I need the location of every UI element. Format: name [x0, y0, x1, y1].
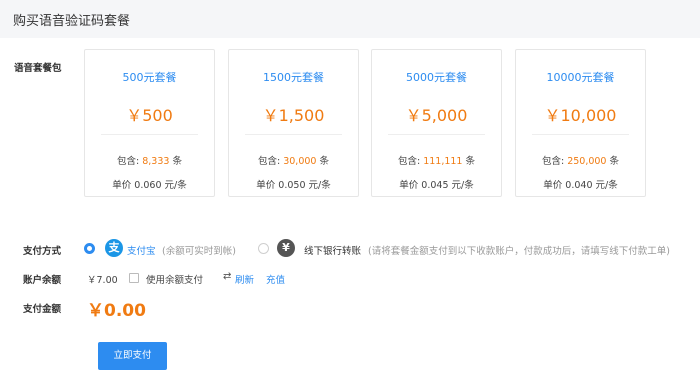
package-name: 10000元套餐	[546, 71, 615, 84]
package-price: ￥500	[126, 106, 173, 125]
account-balance-label: 账户余额	[23, 275, 62, 286]
pay-now-button[interactable]: 立即支付	[98, 342, 167, 370]
package-card-10000[interactable]: 10000元套餐 ￥10,000 包含: 250,000 条 单价 0.040 元/…	[515, 49, 646, 197]
payment-amount-label: 支付金额	[23, 304, 62, 315]
package-card-500[interactable]: 500元套餐 ￥500 包含: 8,333 条 单价 0.060 元/条	[84, 49, 215, 197]
package-count: 8,333	[142, 156, 170, 167]
page-title: 购买语音验证码套餐	[13, 14, 131, 29]
bank-transfer-radio[interactable]	[258, 243, 269, 254]
alipay-radio[interactable]	[84, 243, 95, 254]
package-contains: 包含: 111,111 条	[372, 153, 501, 167]
package-name: 1500元套餐	[263, 71, 324, 84]
bank-transfer-note: (请将套餐金额支付到以下收款账户，付款成功后，请填写线下付款工单)	[368, 246, 670, 257]
page-header: 购买语音验证码套餐	[0, 0, 700, 38]
contains-label: 包含:	[397, 156, 421, 167]
package-count: 111,111	[423, 156, 463, 167]
package-count: 250,000	[567, 156, 607, 167]
package-price: ￥1,500	[262, 106, 325, 125]
package-contains: 包含: 30,000 条	[229, 153, 358, 167]
package-unit-price: 单价 0.050 元/条	[256, 180, 331, 191]
contains-label: 包含:	[117, 156, 140, 167]
card-divider	[532, 134, 629, 135]
package-unit-price: 单价 0.060 元/条	[112, 180, 187, 191]
package-name: 500元套餐	[122, 71, 177, 84]
yuan-icon: ¥	[277, 239, 295, 257]
count-unit: 条	[465, 156, 475, 167]
count-unit: 条	[319, 156, 329, 167]
package-card-5000[interactable]: 5000元套餐 ￥5,000 包含: 111,111 条 单价 0.045 元/条	[371, 49, 502, 197]
alipay-option-label[interactable]: 支付宝	[127, 243, 156, 257]
package-contains: 包含: 250,000 条	[516, 153, 645, 167]
package-section-label: 语音套餐包	[14, 63, 62, 74]
card-divider	[245, 134, 342, 135]
contains-label: 包含:	[541, 156, 565, 167]
use-balance-checkbox[interactable]	[129, 273, 139, 283]
package-price: ￥10,000	[544, 106, 617, 125]
count-unit: 条	[609, 156, 619, 167]
payment-amount-value: ￥0.00	[87, 301, 146, 321]
package-unit-price: 单价 0.040 元/条	[543, 180, 618, 191]
refresh-link[interactable]: 刷新	[235, 272, 254, 286]
alipay-icon: 支	[105, 239, 123, 257]
alipay-note: (余额可实时到帐)	[162, 246, 236, 257]
package-unit-price: 单价 0.045 元/条	[399, 180, 474, 191]
card-divider	[388, 134, 485, 135]
package-name: 5000元套餐	[406, 71, 467, 84]
card-divider	[101, 134, 198, 135]
refresh-icon[interactable]: ⇄	[223, 271, 231, 282]
package-price: ￥5,000	[405, 106, 468, 125]
package-card-1500[interactable]: 1500元套餐 ￥1,500 包含: 30,000 条 单价 0.050 元/条	[228, 49, 359, 197]
account-balance-value: ￥7.00	[87, 275, 118, 286]
contains-label: 包含:	[258, 156, 281, 167]
package-contains: 包含: 8,333 条	[85, 153, 214, 167]
recharge-link[interactable]: 充值	[266, 272, 285, 286]
payment-method-label: 支付方式	[23, 246, 62, 257]
bank-transfer-option-label[interactable]: 线下银行转账	[304, 243, 361, 257]
package-count: 30,000	[283, 156, 317, 167]
count-unit: 条	[172, 156, 182, 167]
use-balance-label: 使用余额支付	[146, 275, 204, 286]
